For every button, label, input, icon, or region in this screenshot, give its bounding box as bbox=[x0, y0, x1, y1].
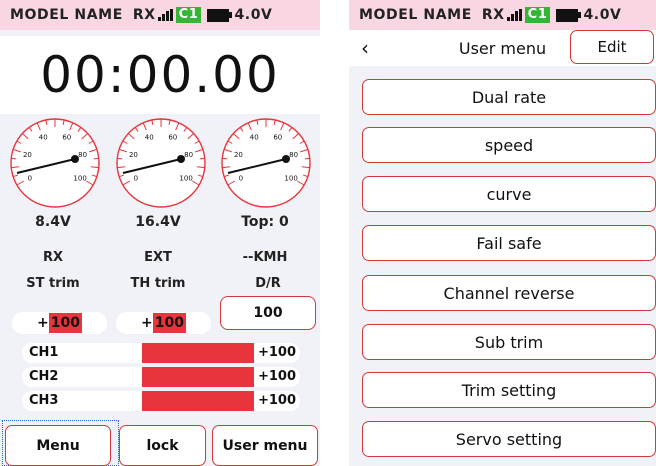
user-menu-button[interactable]: User menu bbox=[212, 425, 318, 466]
channel-row-ch2: CH2 +100 bbox=[22, 367, 300, 387]
gauge-scale-label: 0 bbox=[239, 175, 243, 183]
menu-item-trim-setting[interactable]: Trim setting bbox=[362, 372, 656, 408]
gauge-hub bbox=[177, 155, 185, 163]
menu-item-curve[interactable]: curve bbox=[362, 176, 656, 212]
dr-label: D/R bbox=[255, 276, 281, 291]
channel-name: CH1 bbox=[29, 345, 59, 360]
speed-unit-label: --KMH bbox=[242, 250, 288, 265]
signal-bars-icon bbox=[506, 9, 522, 21]
channel-row-ch1: CH1 +100 bbox=[22, 343, 300, 363]
timer-display[interactable]: 00:00.00 bbox=[0, 36, 320, 114]
top-speed-reading: Top: 0 bbox=[241, 214, 289, 230]
gauge-scale-label: 60 bbox=[62, 134, 71, 142]
channel-level-bar bbox=[142, 343, 254, 363]
main-screen: MODEL NAME RX C1 4.0V 00:00.00 0 20 40 60 80… bbox=[0, 0, 320, 466]
gauge-scale-label: 20 bbox=[23, 151, 32, 159]
gauge-scale-label: 100 bbox=[73, 175, 86, 183]
channel-row-ch3: CH3 +100 bbox=[22, 391, 300, 411]
th-trim-label: TH trim bbox=[130, 276, 186, 291]
gauge-tick bbox=[304, 157, 310, 160]
gauge-hub bbox=[71, 155, 79, 163]
gauge-scale-label: 20 bbox=[234, 151, 243, 159]
gauge-hub bbox=[282, 155, 290, 163]
ext-label: EXT bbox=[144, 250, 172, 265]
channel-value: +100 bbox=[257, 393, 296, 408]
gauge-scale-label: 60 bbox=[273, 134, 282, 142]
channel-name: CH3 bbox=[29, 393, 59, 408]
menu-item-fail-safe[interactable]: Fail safe bbox=[362, 225, 656, 261]
edit-button[interactable]: Edit bbox=[570, 30, 654, 64]
rx-label: RX bbox=[132, 7, 156, 23]
model-name: MODEL NAME bbox=[10, 7, 123, 23]
battery-icon bbox=[207, 8, 233, 22]
model-name: MODEL NAME bbox=[359, 7, 472, 23]
gauge-scale-label: 80 bbox=[289, 151, 298, 159]
gauge-scale-label: 60 bbox=[168, 134, 177, 142]
channel-value: +100 bbox=[257, 345, 296, 360]
gauge-scale-label: 80 bbox=[78, 151, 87, 159]
menu-item-speed[interactable]: speed bbox=[362, 127, 656, 163]
channel-badge: C1 bbox=[524, 7, 551, 23]
st-trim-sign: + bbox=[37, 315, 49, 331]
gauge-tick bbox=[199, 157, 205, 160]
menu-item-channel-reverse[interactable]: Channel reverse bbox=[362, 275, 656, 311]
speed-gauge: 0 20 40 60 80 100 bbox=[216, 113, 316, 208]
menu-item-dual-rate[interactable]: Dual rate bbox=[362, 79, 656, 115]
channel-level-bar bbox=[142, 367, 254, 387]
gauge-scale-label: 40 bbox=[145, 134, 154, 142]
th-trim-sign: + bbox=[141, 315, 153, 331]
rx-voltage-gauge: 0 20 40 60 80 100 bbox=[5, 113, 105, 208]
st-trim-number: 100 bbox=[48, 313, 82, 333]
menu-item-servo-setting[interactable]: Servo setting bbox=[362, 421, 656, 457]
channel-badge: C1 bbox=[175, 7, 202, 23]
gauge-dial: 0 20 40 60 80 100 bbox=[116, 118, 206, 208]
menu-button[interactable]: Menu bbox=[5, 425, 111, 466]
gauge-scale-label: 0 bbox=[134, 175, 138, 183]
channel-name: CH2 bbox=[29, 369, 59, 384]
gauge-scale-label: 0 bbox=[28, 175, 32, 183]
gauge-dial: 0 20 40 60 80 100 bbox=[221, 118, 311, 208]
voltage-readout: 4.0V bbox=[234, 7, 273, 23]
user-menu-screen: MODEL NAME RX C1 4.0V ‹ User menu Edit D… bbox=[349, 0, 656, 466]
rx-label: RX bbox=[42, 250, 64, 265]
gauge-tick bbox=[11, 157, 17, 160]
gauge-scale-label: 80 bbox=[184, 151, 193, 159]
channel-level-bar bbox=[142, 391, 254, 411]
gauge-dial: 0 20 40 60 80 100 bbox=[10, 118, 100, 208]
battery-icon bbox=[556, 8, 582, 22]
status-bar: MODEL NAME RX C1 4.0V bbox=[349, 0, 656, 30]
gauge-scale-label: 100 bbox=[179, 175, 192, 183]
st-trim-label: ST trim bbox=[26, 276, 80, 291]
ext-voltage-reading: 16.4V bbox=[135, 214, 181, 230]
ext-voltage-gauge: 0 20 40 60 80 100 bbox=[111, 113, 211, 208]
menu-item-sub-trim[interactable]: Sub trim bbox=[362, 324, 656, 360]
st-trim-value[interactable]: +100 bbox=[12, 312, 107, 334]
gauge-tick bbox=[93, 157, 99, 160]
gauge-scale-label: 100 bbox=[284, 175, 297, 183]
channel-value: +100 bbox=[257, 369, 296, 384]
dual-rate-value[interactable]: 100 bbox=[220, 296, 316, 330]
lock-button[interactable]: lock bbox=[119, 425, 206, 466]
th-trim-value[interactable]: +100 bbox=[116, 312, 211, 334]
rx-voltage-reading: 8.4V bbox=[35, 214, 71, 230]
menu-header: ‹ User menu Edit bbox=[349, 30, 656, 66]
rx-label: RX bbox=[481, 7, 505, 23]
gauge-tick bbox=[222, 157, 228, 160]
voltage-readout: 4.0V bbox=[583, 7, 622, 23]
gauge-tick bbox=[117, 157, 123, 160]
gauge-scale-label: 40 bbox=[39, 134, 48, 142]
gauge-scale-label: 20 bbox=[129, 151, 138, 159]
status-bar: MODEL NAME RX C1 4.0V bbox=[0, 0, 320, 30]
gauge-scale-label: 40 bbox=[250, 134, 259, 142]
th-trim-number: 100 bbox=[152, 313, 186, 333]
signal-bars-icon bbox=[157, 9, 173, 21]
